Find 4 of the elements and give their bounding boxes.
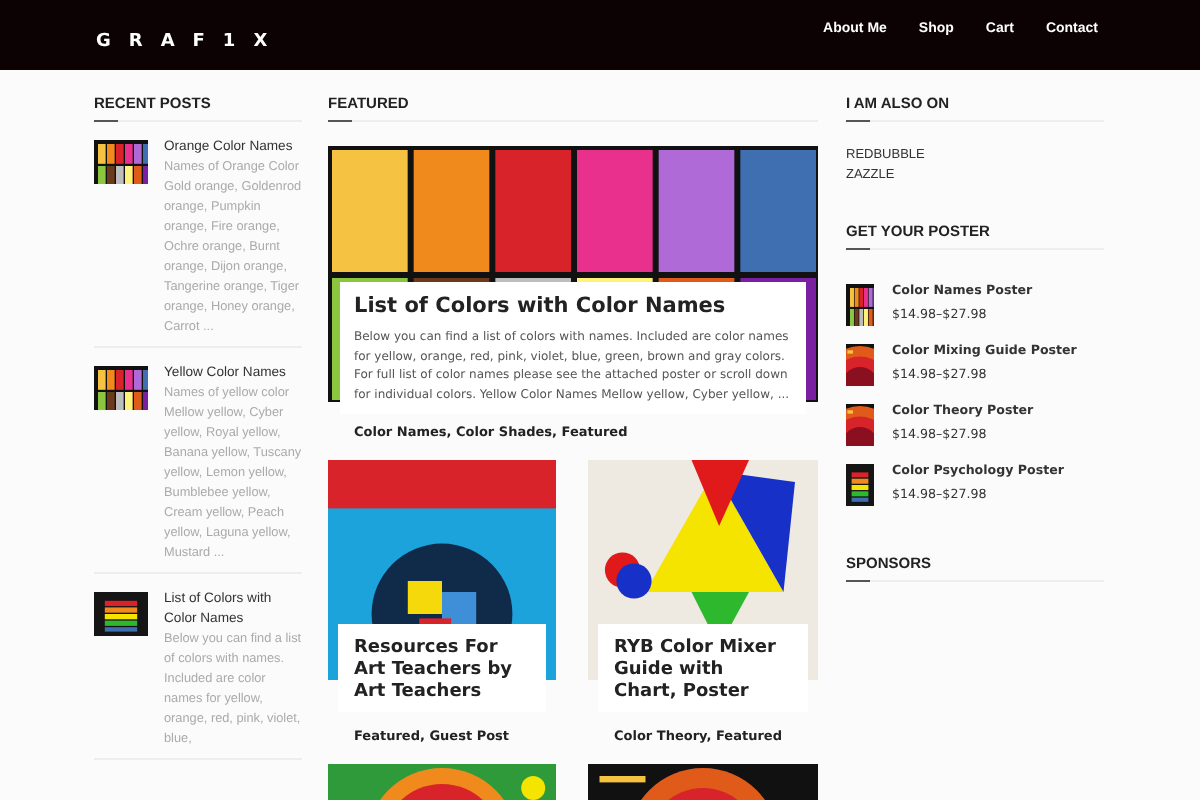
site-logo[interactable]: GRAF1X	[96, 31, 286, 51]
post-title-link[interactable]: Resources For Art Teachers by Art Teachers	[354, 638, 530, 704]
post-title-link[interactable]: RYB Color Mixer Guide with Chart, Poster	[614, 638, 792, 704]
post-title-link[interactable]: List of Colors with Color Names	[354, 294, 792, 318]
